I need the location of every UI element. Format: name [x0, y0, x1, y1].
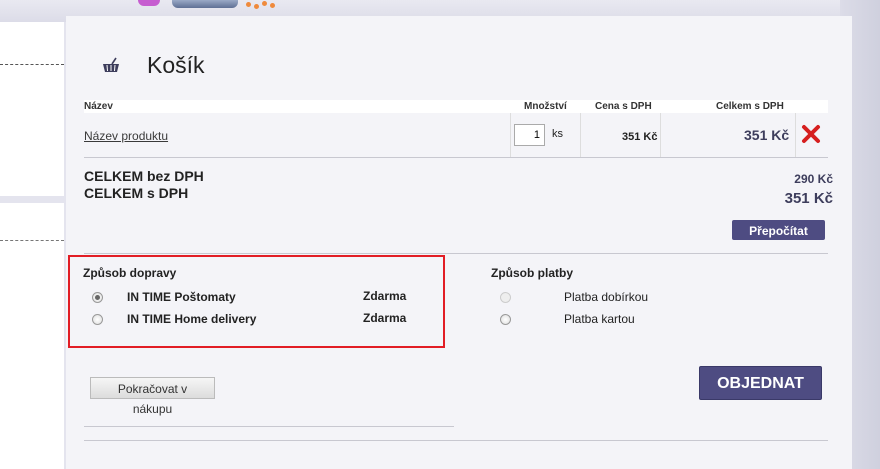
payment-option-radio	[500, 292, 511, 303]
continue-shopping-button[interactable]: Pokračovat v nákupu	[90, 377, 215, 416]
column-header-total: Celkem s DPH	[716, 101, 784, 112]
cart-table-header: Název Množství Cena s DPH Celkem s DPH	[84, 100, 828, 113]
banner-decoration	[244, 0, 284, 10]
unit-price: 351 Kč	[622, 131, 658, 143]
left-sidebar-panel	[0, 22, 64, 196]
quantity-unit: ks	[552, 128, 563, 140]
payment-option-label: Platba dobírkou	[564, 290, 649, 304]
total-without-vat-label: CELKEM bez DPH	[84, 168, 204, 184]
total-with-vat-value: 351 Kč	[784, 190, 833, 207]
divider	[0, 64, 64, 65]
total-without-vat-value: 290 Kč	[794, 172, 833, 186]
divider	[84, 157, 828, 158]
shipping-option-radio[interactable]	[92, 314, 103, 325]
quantity-input[interactable]	[514, 124, 545, 146]
total-with-vat-label: CELKEM s DPH	[84, 185, 189, 201]
column-header-name: Název	[84, 101, 113, 112]
shipping-option-price: Zdarma	[363, 289, 407, 303]
column-separator	[795, 113, 796, 157]
remove-item-icon[interactable]	[801, 124, 821, 144]
shipping-option-radio[interactable]	[92, 292, 103, 303]
payment-option-label[interactable]: Platba kartou	[564, 312, 635, 326]
divider	[84, 440, 828, 441]
column-header-quantity: Množství	[524, 101, 567, 112]
line-total: 351 Kč	[744, 127, 790, 143]
column-separator	[510, 113, 511, 157]
order-button[interactable]: OBJEDNAT	[699, 366, 822, 400]
banner-decoration	[172, 0, 238, 8]
shipping-option-price: Zdarma	[363, 311, 407, 325]
column-separator	[580, 113, 581, 157]
basket-icon	[103, 57, 119, 72]
divider	[84, 253, 828, 254]
cart-content-area	[66, 16, 852, 469]
shipping-option-label[interactable]: IN TIME Home delivery	[127, 312, 256, 326]
product-name-link[interactable]: Název produktu	[84, 129, 168, 143]
column-header-unit-price: Cena s DPH	[595, 101, 652, 112]
payment-title: Způsob platby	[491, 266, 573, 280]
divider	[84, 426, 454, 427]
payment-option-radio[interactable]	[500, 314, 511, 325]
left-sidebar-panel	[0, 203, 64, 469]
recalculate-button[interactable]: Přepočítat	[732, 220, 825, 240]
shipping-option-label[interactable]: IN TIME Poštomaty	[127, 290, 236, 304]
divider	[0, 240, 64, 241]
shipping-title: Způsob dopravy	[83, 266, 177, 280]
banner-decoration	[138, 0, 160, 6]
page-title: Košík	[147, 52, 205, 78]
column-separator	[660, 113, 661, 157]
